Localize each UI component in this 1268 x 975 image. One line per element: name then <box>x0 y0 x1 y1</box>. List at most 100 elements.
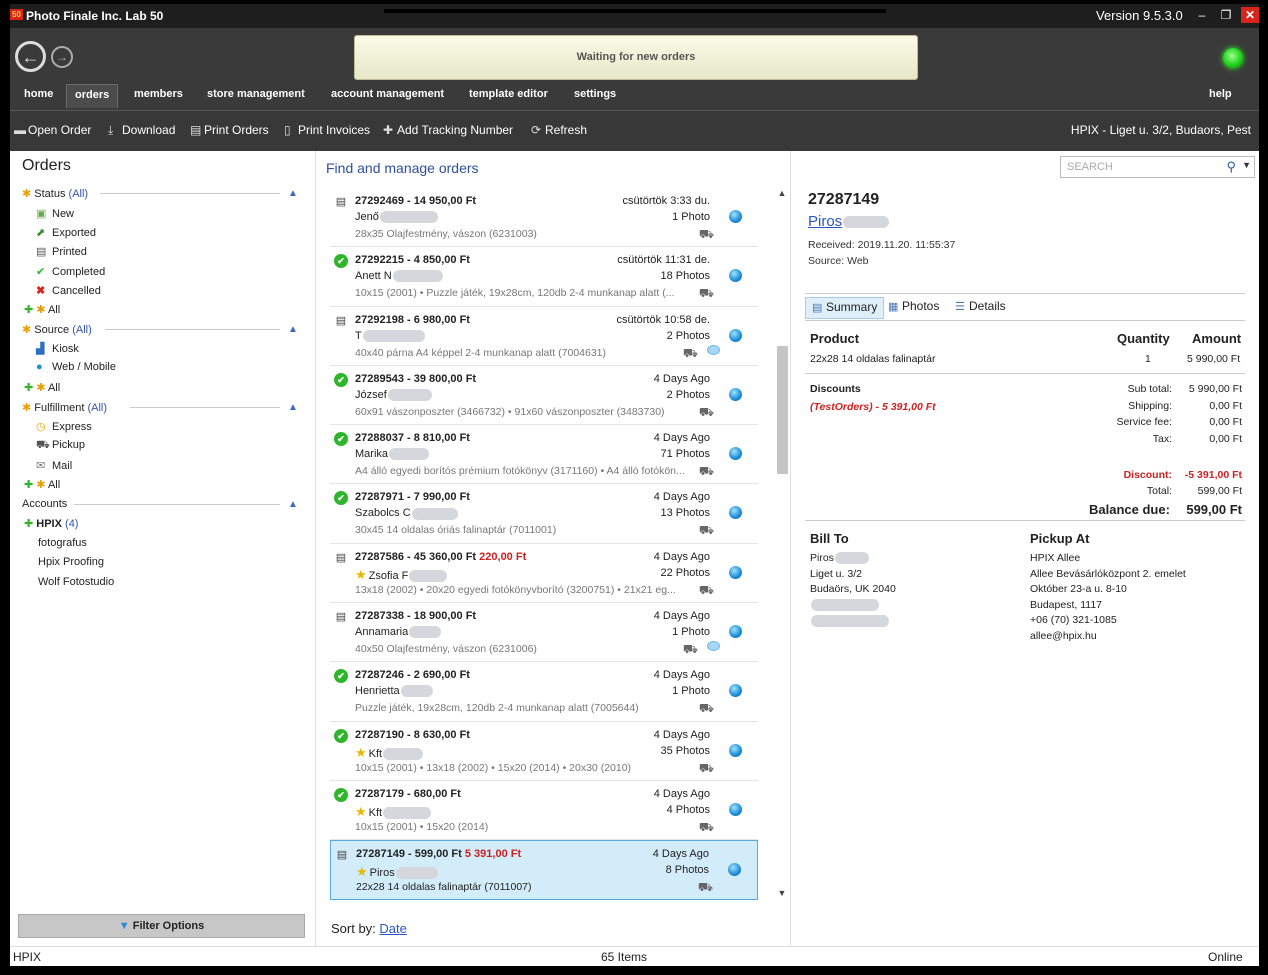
orders-filter-panel: Orders ✱ Status (All) ▲ ▣ New ⬈ Exported ▤… <box>10 151 316 946</box>
status-all[interactable]: ✚ ✱ All <box>24 303 60 316</box>
refresh-button[interactable]: ⟳ Refresh <box>531 123 587 137</box>
check-circle-icon: ✔ <box>36 266 46 278</box>
tab-summary[interactable]: ▤ Summary <box>805 297 885 319</box>
collapse-caret-icon[interactable]: ▲ <box>288 499 298 510</box>
download-button[interactable]: ⤓ Download <box>108 123 175 138</box>
order-row[interactable]: ▤ 27292469 - 14 950,00 Ft csütörtök 3:33 … <box>330 188 758 248</box>
accounts-header[interactable]: Accounts <box>22 498 67 510</box>
close-icon[interactable]: ✕ <box>1241 7 1259 23</box>
menu-settings[interactable]: settings <box>574 88 616 100</box>
product-header: Product <box>810 331 860 346</box>
sort-by-date-link[interactable]: Date <box>379 921 406 936</box>
tab-photos[interactable]: ▦ Photos <box>888 299 939 313</box>
status-cancelled[interactable]: ✖ Cancelled <box>36 284 101 297</box>
scroll-up-icon[interactable]: ▲ <box>774 188 790 198</box>
status-filter-header[interactable]: ✱ Status (All) <box>22 187 88 200</box>
menu-members[interactable]: members <box>134 88 183 100</box>
print-orders-button[interactable]: ▤ Print Orders <box>190 123 269 137</box>
bill-to-address: Piros Liget u. 3/2 Budaörs, UK 2040 <box>810 551 896 629</box>
collapse-caret-icon[interactable]: ▲ <box>288 402 298 413</box>
status-exported[interactable]: ⬈ Exported <box>36 226 96 239</box>
account-wolf-fotostudio[interactable]: Wolf Fotostudio <box>38 576 114 588</box>
order-description: 13x18 (2002) • 20x20 egyedi fotókönyvbor… <box>355 583 676 596</box>
menu-orders[interactable]: orders <box>66 84 119 108</box>
order-extra-amount: 5 391,00 Ft <box>464 848 522 861</box>
order-row[interactable]: ▤ 27287338 - 18 900,00 Ft 4 Days Ago Annam… <box>330 603 758 663</box>
order-row[interactable]: ✔ 27287179 - 680,00 Ft 4 Days Ago ★ Kft 4 Ph… <box>330 781 758 841</box>
comment-bubble-icon[interactable] <box>707 344 720 355</box>
forward-arrow-icon[interactable]: → <box>51 46 73 68</box>
version-label: Version 9.5.3.0 <box>1096 8 1183 23</box>
divider <box>74 504 280 505</box>
car-icon: ⛟ <box>698 404 714 419</box>
source-filter-header[interactable]: ✱ Source (All) <box>22 323 92 336</box>
restore-icon[interactable]: ❐ <box>1217 7 1235 23</box>
add-tracking-button[interactable]: ✚ Add Tracking Number <box>383 123 513 137</box>
order-customer: Anett N <box>355 270 443 283</box>
order-row[interactable]: ✔ 27287246 - 2 690,00 Ft 4 Days Ago Henrie… <box>330 662 758 722</box>
collapse-caret-icon[interactable]: ▲ <box>288 324 298 335</box>
search-input[interactable]: SEARCH ⚲ ▼ <box>1060 156 1255 178</box>
mail-icon: ✉ <box>36 460 46 472</box>
minimize-icon[interactable]: – <box>1193 7 1211 23</box>
fulfillment-filter-header[interactable]: ✱ Fulfillment (All) <box>22 401 107 414</box>
pickup-email[interactable]: allee@hpix.hu <box>1030 629 1186 645</box>
menu-help[interactable]: help <box>1209 88 1232 100</box>
chevron-down-icon[interactable]: ▼ <box>1242 160 1251 170</box>
search-icon[interactable]: ⚲ <box>1226 159 1236 175</box>
collapse-caret-icon[interactable]: ▲ <box>288 188 298 199</box>
source-kiosk[interactable]: ▟ Kiosk <box>36 342 79 355</box>
divider <box>105 329 280 330</box>
app-title: Photo Finale Inc. Lab 50 <box>26 9 164 23</box>
print-invoices-button[interactable]: ▯ Print Invoices <box>284 123 370 137</box>
scroll-thumb[interactable] <box>777 346 788 474</box>
customer-link[interactable]: Piros <box>808 213 890 230</box>
order-row[interactable]: ✔ 27289543 - 39 800,00 Ft 4 Days Ago Józse… <box>330 366 758 426</box>
source-all[interactable]: ✚ ✱ All <box>24 381 60 394</box>
comment-bubble-icon[interactable] <box>707 641 720 652</box>
menu-account-management[interactable]: account management <box>331 88 444 100</box>
order-list-scrollbar[interactable]: ▲ ▼ <box>774 188 790 901</box>
order-row[interactable]: ✔ 27287971 - 7 990,00 Ft 4 Days Ago Szabol… <box>330 484 758 544</box>
account-fotografus[interactable]: fotografus <box>38 537 87 549</box>
scroll-down-icon[interactable]: ▼ <box>774 888 790 898</box>
account-hpix-proofing[interactable]: Hpix Proofing <box>38 556 104 568</box>
car-icon: ⛟ <box>682 642 698 657</box>
bill-to-header: Bill To <box>810 531 849 546</box>
back-arrow-icon[interactable]: ← <box>15 41 46 72</box>
menu-home[interactable]: home <box>24 88 53 100</box>
fulfillment-all[interactable]: ✚ ✱ All <box>24 478 60 491</box>
status-new[interactable]: ▣ New <box>36 207 74 220</box>
order-customer: ★ Kft <box>355 804 432 820</box>
tab-details[interactable]: ☰ Details <box>955 299 1006 313</box>
status-completed[interactable]: ✔ Completed <box>36 265 105 278</box>
fulfillment-pickup[interactable]: ⛟ Pickup <box>36 439 85 453</box>
order-row[interactable]: ✔ 27292215 - 4 850,00 Ft csütörtök 11:31 … <box>330 247 758 307</box>
redacted-text <box>383 807 432 820</box>
invoice-icon: ▯ <box>284 123 291 137</box>
discount-value: -5 391,00 Ft <box>1184 469 1242 481</box>
discounts-header: Discounts <box>810 383 861 395</box>
order-row[interactable]: ▤ 27292198 - 6 980,00 Ft csütörtök 10:58 … <box>330 307 758 366</box>
order-row[interactable]: ▤ 27287149 - 599,00 Ft 5 391,00 Ft 4 Days … <box>330 840 758 900</box>
printer-icon: ▤ <box>336 849 348 862</box>
menu-store-management[interactable]: store management <box>207 88 305 100</box>
order-row[interactable]: ✔ 27288037 - 8 810,00 Ft 4 Days Ago Marika… <box>330 425 758 485</box>
globe-icon <box>729 802 742 816</box>
check-circle-icon: ✔ <box>334 491 348 506</box>
order-number-price: 27287586 - 45 360,00 Ft 220,00 Ft <box>355 550 527 563</box>
source-web-mobile[interactable]: ● Web / Mobile <box>36 361 116 373</box>
menu-template-editor[interactable]: template editor <box>469 88 548 100</box>
order-description: 30x45 14 oldalas óriás falinaptár (70110… <box>355 524 557 537</box>
filter-options-button[interactable]: ▼ Filter Options <box>18 914 305 938</box>
status-printed[interactable]: ▤ Printed <box>36 245 87 258</box>
service-fee-label: Service fee: <box>1116 416 1172 428</box>
order-row[interactable]: ✔ 27287190 - 8 630,00 Ft 4 Days Ago ★ Kft 35… <box>330 722 758 781</box>
order-row[interactable]: ▤ 27287586 - 45 360,00 Ft 220,00 Ft 4 Days… <box>330 544 758 604</box>
fulfillment-mail[interactable]: ✉ Mail <box>36 459 72 472</box>
refresh-icon: ⟳ <box>531 123 542 137</box>
account-hpix[interactable]: ✚ HPIX (4) <box>24 517 78 530</box>
fulfillment-express[interactable]: ◷ Express <box>36 420 92 433</box>
list-title: Find and manage orders <box>326 160 479 176</box>
open-order-button[interactable]: ▬ Open Order <box>14 123 91 137</box>
